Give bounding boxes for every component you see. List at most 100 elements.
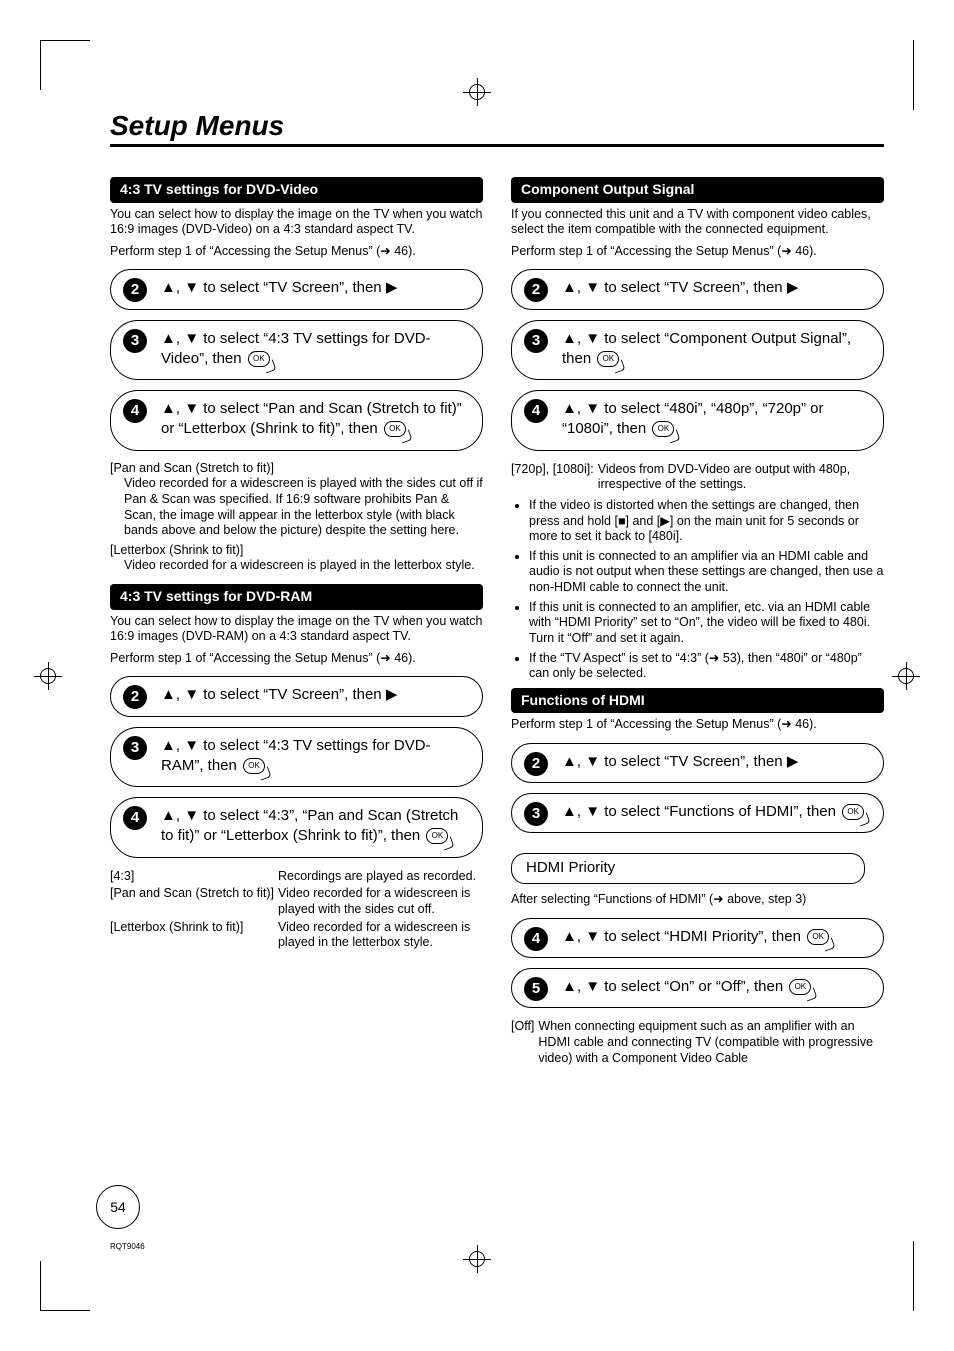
note-term: [720p], [1080i]: bbox=[511, 461, 598, 494]
step-number-icon: 3 bbox=[123, 736, 147, 760]
crop-mark-bl bbox=[40, 1261, 90, 1311]
step-number-icon: 3 bbox=[123, 329, 147, 353]
step-2-dvd-video: 2 , to select “TV Screen”, then bbox=[110, 269, 483, 309]
registration-mark-left bbox=[34, 662, 62, 690]
left-column: 4:3 TV settings for DVD-Video You can se… bbox=[110, 173, 483, 1067]
def-desc: Video recorded for a widescreen is playe… bbox=[124, 476, 483, 539]
ok-button-icon: OK bbox=[384, 421, 406, 437]
intro-dvd-ram: You can select how to display the image … bbox=[110, 614, 483, 645]
step-number-icon: 2 bbox=[123, 278, 147, 302]
perform-step-ref: Perform step 1 of “Accessing the Setup M… bbox=[511, 244, 884, 260]
note-desc: Videos from DVD-Video are output with 48… bbox=[598, 461, 884, 494]
up-arrow-icon bbox=[161, 330, 176, 347]
right-arrow-icon bbox=[787, 279, 799, 296]
up-arrow-icon bbox=[562, 330, 577, 347]
intro-dvd-video: You can select how to display the image … bbox=[110, 207, 483, 238]
step-2-dvd-ram: 2 , to select “TV Screen”, then bbox=[110, 676, 483, 716]
step-number-icon: 4 bbox=[123, 399, 147, 423]
crop-mark-tr bbox=[906, 40, 914, 110]
ok-button-icon: OK bbox=[807, 929, 829, 945]
definition-table: [Off] When connecting equipment such as … bbox=[511, 1018, 884, 1067]
table-row: [720p], [1080i]: Videos from DVD-Video a… bbox=[511, 461, 884, 494]
crop-mark-tl bbox=[40, 40, 90, 90]
page-content: Setup Menus 4:3 TV settings for DVD-Vide… bbox=[110, 110, 884, 1211]
perform-step-ref: Perform step 1 of “Accessing the Setup M… bbox=[511, 717, 884, 733]
table-row: [Pan and Scan (Stretch to fit)] Video re… bbox=[110, 885, 483, 918]
note-table: [720p], [1080i]: Videos from DVD-Video a… bbox=[511, 461, 884, 494]
section-header-component: Component Output Signal bbox=[511, 177, 884, 203]
step-5-hdmi: 5 , to select “On” or “Off”, then OK bbox=[511, 968, 884, 1008]
down-arrow-icon bbox=[585, 928, 600, 945]
up-arrow-icon bbox=[161, 686, 176, 703]
down-arrow-icon bbox=[585, 803, 600, 820]
table-row: [4:3] Recordings are played as recorded. bbox=[110, 868, 483, 886]
definition-list: [Pan and Scan (Stretch to fit)] Video re… bbox=[110, 461, 483, 574]
step-text: to select “TV Screen”, then bbox=[600, 753, 787, 770]
step-4-dvd-ram: 4 , to select “4:3”, “Pan and Scan (Stre… bbox=[110, 797, 483, 858]
table-row: [Letterbox (Shrink to fit)] Video record… bbox=[110, 919, 483, 952]
step-3-component: 3 , to select “Component Output Signal”,… bbox=[511, 320, 884, 381]
def-term: [Pan and Scan (Stretch to fit)] bbox=[110, 461, 483, 477]
step-number-icon: 4 bbox=[524, 399, 548, 423]
up-arrow-icon bbox=[562, 803, 577, 820]
def-desc: Video recorded for a widescreen is playe… bbox=[124, 558, 483, 574]
down-arrow-icon bbox=[585, 279, 600, 296]
down-arrow-icon bbox=[585, 330, 600, 347]
ok-button-icon: OK bbox=[426, 828, 448, 844]
down-arrow-icon bbox=[585, 978, 600, 995]
down-arrow-icon bbox=[184, 737, 199, 754]
registration-mark-bottom bbox=[463, 1245, 491, 1273]
registration-mark-right bbox=[892, 662, 920, 690]
ok-button-icon: OK bbox=[842, 804, 864, 820]
right-arrow-icon bbox=[787, 753, 799, 770]
footer-code: RQT9046 bbox=[110, 1242, 145, 1251]
step-3-dvd-ram: 3 , to select “4:3 TV settings for DVD-R… bbox=[110, 727, 483, 788]
step-number-icon: 3 bbox=[524, 802, 548, 826]
step-number-icon: 5 bbox=[524, 977, 548, 1001]
stop-icon bbox=[618, 514, 626, 528]
def-term: [Off] bbox=[511, 1018, 538, 1067]
def-desc: Video recorded for a widescreen is playe… bbox=[278, 885, 483, 918]
up-arrow-icon bbox=[562, 928, 577, 945]
step-3-hdmi: 3 , to select “Functions of HDMI”, then … bbox=[511, 793, 884, 833]
ok-button-icon: OK bbox=[243, 758, 265, 774]
ok-button-icon: OK bbox=[248, 351, 270, 367]
subsection-hdmi-priority: HDMI Priority bbox=[511, 853, 865, 884]
perform-step-ref: Perform step 1 of “Accessing the Setup M… bbox=[110, 651, 483, 667]
step-2-component: 2 , to select “TV Screen”, then bbox=[511, 269, 884, 309]
registration-mark-top bbox=[463, 78, 491, 106]
right-column: Component Output Signal If you connected… bbox=[511, 173, 884, 1067]
table-row: [Off] When connecting equipment such as … bbox=[511, 1018, 884, 1067]
ok-button-icon: OK bbox=[652, 421, 674, 437]
bullet-list: If the video is distorted when the setti… bbox=[529, 498, 884, 682]
step-2-hdmi: 2 , to select “TV Screen”, then bbox=[511, 743, 884, 783]
step-text: to select “On” or “Off”, then bbox=[600, 978, 787, 995]
down-arrow-icon bbox=[585, 400, 600, 417]
columns: 4:3 TV settings for DVD-Video You can se… bbox=[110, 173, 884, 1067]
down-arrow-icon bbox=[585, 753, 600, 770]
up-arrow-icon bbox=[562, 400, 577, 417]
step-4-dvd-video: 4 , to select “Pan and Scan (Stretch to … bbox=[110, 390, 483, 451]
step-text: to select “Pan and Scan (Stretch to fit)… bbox=[161, 400, 462, 437]
step-number-icon: 2 bbox=[524, 278, 548, 302]
down-arrow-icon bbox=[184, 686, 199, 703]
def-desc: Recordings are played as recorded. bbox=[278, 868, 483, 886]
def-term: [Pan and Scan (Stretch to fit)] bbox=[110, 885, 278, 918]
ok-button-icon: OK bbox=[789, 979, 811, 995]
def-term: [Letterbox (Shrink to fit)] bbox=[110, 919, 278, 952]
right-arrow-icon bbox=[386, 686, 398, 703]
step-4-hdmi: 4 , to select “HDMI Priority”, then OK bbox=[511, 918, 884, 958]
section-header-hdmi: Functions of HDMI bbox=[511, 688, 884, 714]
section-header-dvd-video: 4:3 TV settings for DVD-Video bbox=[110, 177, 483, 203]
def-desc: When connecting equipment such as an amp… bbox=[538, 1018, 884, 1067]
def-term: [4:3] bbox=[110, 868, 278, 886]
list-item: If the “TV Aspect” is set to “4:3” (➜ 53… bbox=[529, 651, 884, 682]
bullet-text: ] and [ bbox=[626, 514, 661, 528]
step-text: to select “TV Screen”, then bbox=[199, 279, 386, 296]
step-number-icon: 2 bbox=[123, 685, 147, 709]
up-arrow-icon bbox=[161, 400, 176, 417]
def-desc: Video recorded for a widescreen is playe… bbox=[278, 919, 483, 952]
step-text: to select “HDMI Priority”, then bbox=[600, 928, 805, 945]
definition-table: [4:3] Recordings are played as recorded.… bbox=[110, 868, 483, 952]
step-text: to select “Functions of HDMI”, then bbox=[600, 803, 840, 820]
